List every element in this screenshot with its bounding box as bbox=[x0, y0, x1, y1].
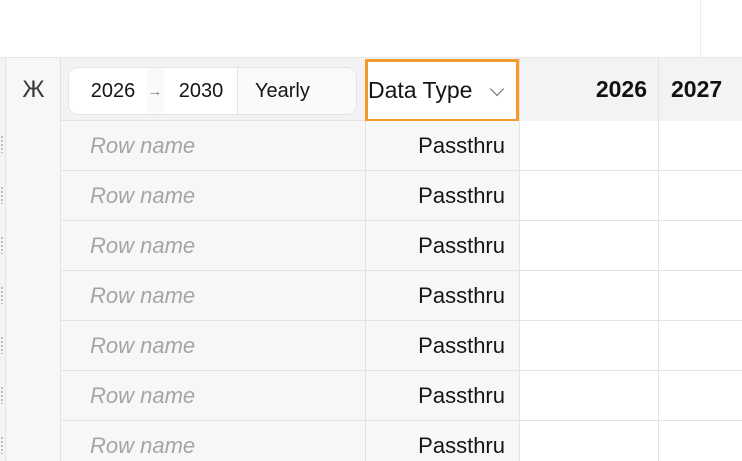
data-type-cell[interactable]: Passthru bbox=[365, 171, 519, 220]
divider bbox=[237, 68, 238, 114]
chevron-down-icon[interactable] bbox=[489, 81, 505, 97]
drag-handle-icon[interactable] bbox=[0, 436, 5, 454]
data-type-cell[interactable]: Passthru bbox=[365, 271, 519, 320]
row-name-input[interactable]: Row name bbox=[61, 371, 365, 420]
drag-handle-icon[interactable] bbox=[0, 386, 5, 404]
value-cell[interactable] bbox=[519, 321, 658, 370]
drag-handle-icon[interactable] bbox=[0, 236, 5, 254]
data-type-cell[interactable]: Passthru bbox=[365, 371, 519, 420]
value-cell[interactable] bbox=[658, 171, 742, 220]
value-cell[interactable] bbox=[519, 171, 658, 220]
row-name-input[interactable]: Row name bbox=[61, 271, 365, 320]
drag-handle-icon[interactable] bbox=[0, 286, 5, 304]
toolbar-divider bbox=[700, 0, 701, 58]
value-cell[interactable] bbox=[658, 221, 742, 270]
data-type-column-header[interactable]: Data Type bbox=[365, 59, 519, 122]
range-end-year[interactable]: 2030 bbox=[164, 68, 238, 114]
data-grid: Ж 2026 → 2030 Yearly Data Type 2026 2027… bbox=[0, 58, 742, 461]
drag-handle-icon[interactable] bbox=[0, 186, 5, 204]
value-cell[interactable] bbox=[519, 421, 658, 461]
year-column-header[interactable]: 2027 bbox=[658, 58, 742, 121]
drag-handle-icon[interactable] bbox=[0, 336, 5, 354]
value-cell[interactable] bbox=[519, 221, 658, 270]
table-row: Row name Passthru bbox=[61, 221, 742, 271]
value-cell[interactable] bbox=[519, 371, 658, 420]
value-cell[interactable] bbox=[519, 121, 658, 170]
row-name-input[interactable]: Row name bbox=[61, 171, 365, 220]
value-cell[interactable] bbox=[658, 321, 742, 370]
row-name-input[interactable]: Row name bbox=[61, 321, 365, 370]
data-type-cell[interactable]: Passthru bbox=[365, 321, 519, 370]
data-type-cell[interactable]: Passthru bbox=[365, 421, 519, 461]
table-row: Row name Passthru bbox=[61, 171, 742, 221]
row-name-input[interactable]: Row name bbox=[61, 221, 365, 270]
row-name-input[interactable]: Row name bbox=[61, 421, 365, 461]
formula-icon[interactable]: Ж bbox=[6, 58, 61, 121]
year-column-header[interactable]: 2026 bbox=[519, 58, 658, 121]
value-cell[interactable] bbox=[519, 271, 658, 320]
row-name-input[interactable]: Row name bbox=[61, 121, 365, 170]
table-row: Row name Passthru bbox=[61, 121, 742, 171]
value-cell[interactable] bbox=[658, 121, 742, 170]
value-cell[interactable] bbox=[658, 271, 742, 320]
table-row: Row name Passthru bbox=[61, 421, 742, 461]
period-selector[interactable]: Yearly bbox=[239, 68, 356, 114]
date-range-picker: 2026 → 2030 Yearly bbox=[68, 67, 357, 115]
data-type-cell[interactable]: Passthru bbox=[365, 221, 519, 270]
data-type-header-label: Data Type bbox=[368, 77, 473, 103]
table-row: Row name Passthru bbox=[61, 271, 742, 321]
spreadsheet-view: Ж 2026 → 2030 Yearly Data Type 2026 2027… bbox=[0, 0, 742, 461]
drag-handle-icon[interactable] bbox=[0, 135, 5, 153]
data-type-cell[interactable]: Passthru bbox=[365, 121, 519, 170]
value-cell[interactable] bbox=[658, 371, 742, 420]
value-cell[interactable] bbox=[658, 421, 742, 461]
table-row: Row name Passthru bbox=[61, 371, 742, 421]
arrow-right-icon: → bbox=[147, 82, 163, 100]
row-icon-column: Ж bbox=[6, 58, 61, 461]
table-row: Row name Passthru bbox=[61, 321, 742, 371]
range-start-year[interactable]: 2026 bbox=[69, 68, 147, 114]
top-toolbar bbox=[0, 0, 742, 58]
